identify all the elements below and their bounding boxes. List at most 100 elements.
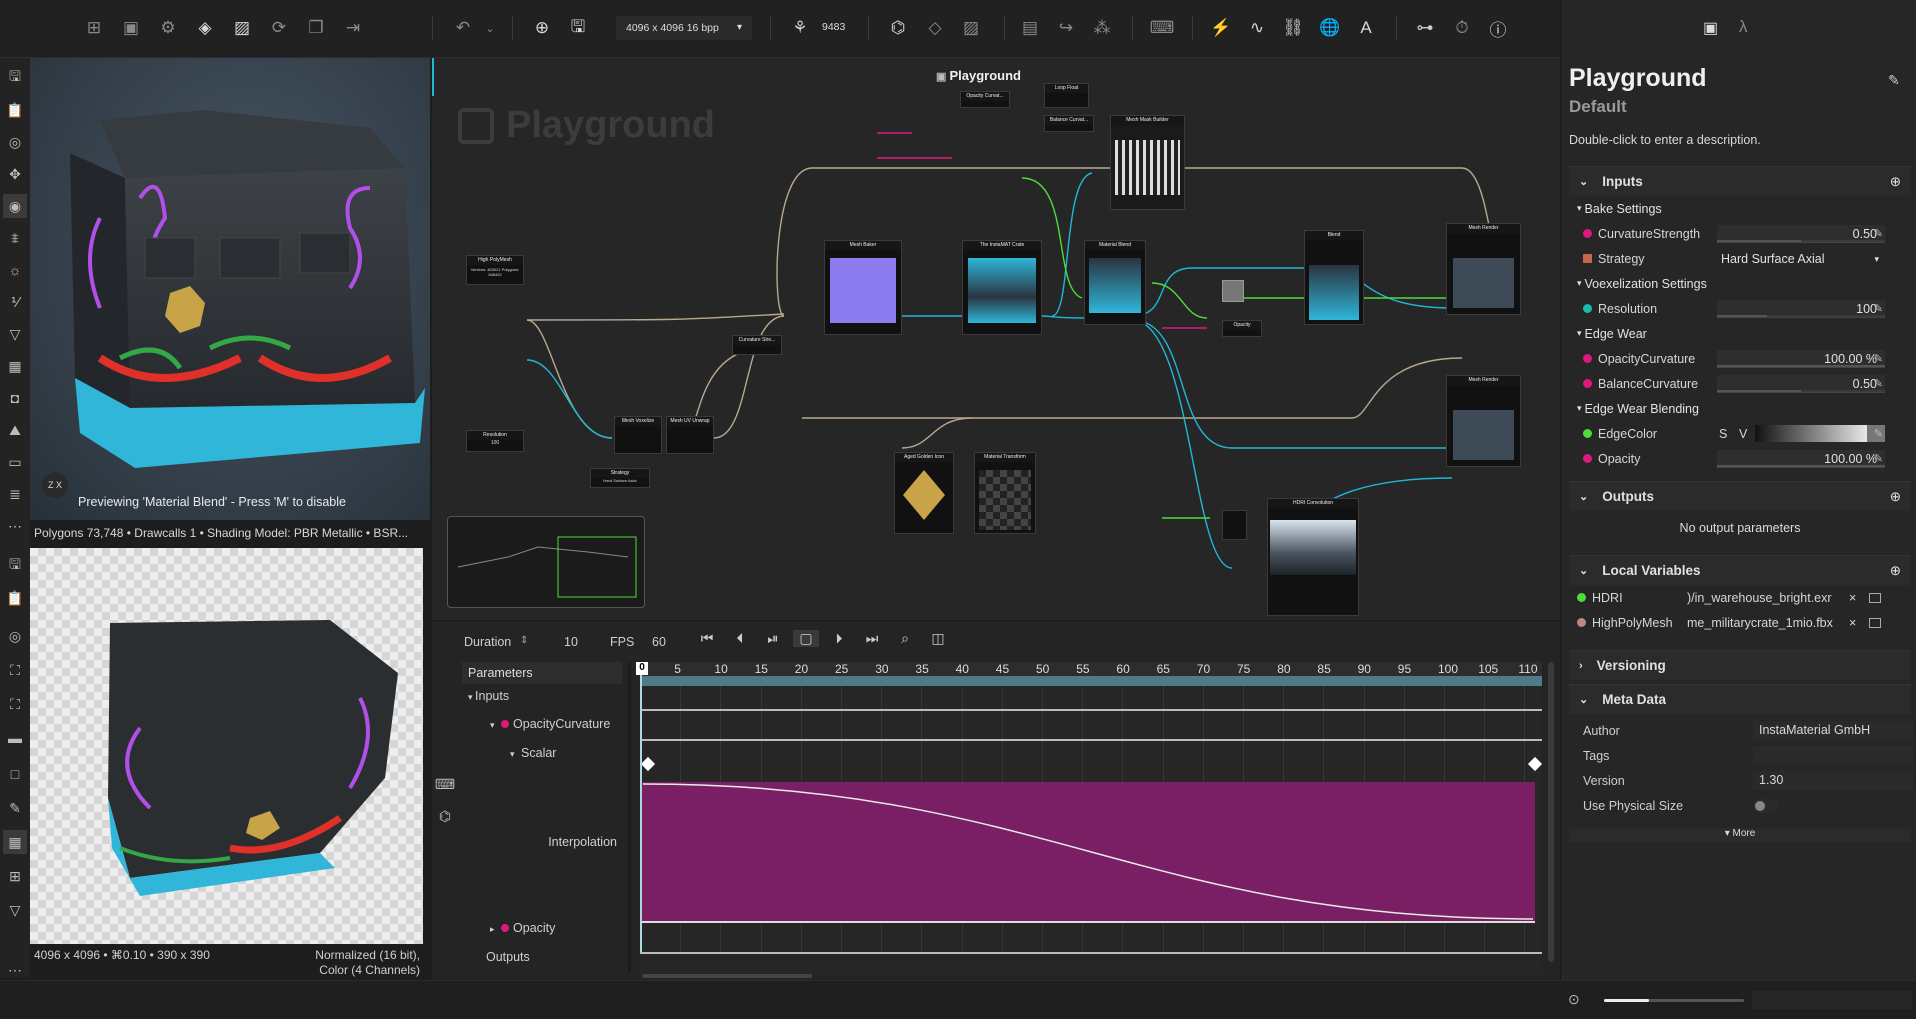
3d-viewport[interactable]: Z X Previewing 'Material Blend' - Press … (30, 58, 430, 520)
seed-value[interactable]: 9483 (822, 21, 845, 33)
stop-icon[interactable]: ▢ (793, 630, 819, 647)
target-icon[interactable]: ◎ (3, 130, 27, 154)
nodes-icon[interactable]: ⁂ (1088, 14, 1116, 42)
node-mesh-voxelize[interactable]: Mesh Voxelize (614, 416, 662, 454)
panel-tab-properties-icon[interactable]: ▣ (1703, 18, 1718, 38)
var-value[interactable]: me_militarycrate_1mio.fbx (1687, 616, 1837, 630)
metadata-header[interactable]: ⌄ Meta Data (1569, 684, 1911, 714)
frame-icon[interactable]: ⛶ (3, 692, 27, 716)
status-field[interactable] (1752, 991, 1912, 1009)
zoom-slider[interactable] (1604, 999, 1744, 1002)
duration-value[interactable]: 10 (564, 635, 578, 649)
add-icon[interactable]: ⊕ (1890, 563, 1901, 579)
physical-size-toggle[interactable] (1753, 798, 1779, 813)
edit-icon[interactable]: ✎ (1874, 227, 1883, 240)
edit-icon[interactable]: ✎ (1874, 352, 1883, 365)
param-strategy[interactable]: Strategy Hard Surface Axial ▾ (1569, 246, 1911, 271)
checker-icon[interactable]: ▦ (3, 354, 27, 378)
console-icon[interactable]: ⌨ (1148, 14, 1176, 42)
edit-icon[interactable]: ✎ (1874, 302, 1883, 315)
disk-icon[interactable]: ▤ (1016, 14, 1044, 42)
monitor-icon[interactable]: ▭ (3, 450, 27, 474)
node-opacity[interactable]: Opacity (1222, 320, 1262, 337)
tree-inputs[interactable]: ▾ Inputs (468, 689, 628, 703)
file-browse-icon[interactable] (1869, 617, 1881, 628)
timer-icon[interactable]: ⏱ (1448, 14, 1476, 42)
node-mesh-uv-unwrap[interactable]: Mesh UV Unwrap (666, 416, 714, 454)
tree-opacity[interactable]: ▸ Opacity (490, 921, 650, 935)
group-edge-wear-blending[interactable]: ▾ Edge Wear Blending (1569, 396, 1911, 421)
eye-icon[interactable]: ◉ (3, 194, 27, 218)
more-icon[interactable]: ⋯ (3, 514, 27, 538)
save-icon[interactable]: 🖫 (3, 554, 27, 578)
node-curvature-strength[interactable]: Curvature Stre... (732, 335, 782, 355)
scale-icon[interactable]: ⅟ (3, 290, 27, 314)
panel-description[interactable]: Double-click to enter a description. (1569, 133, 1761, 147)
node-high-poly-mesh[interactable]: High PolyMesh Vertices: 463021 Polygons: … (466, 255, 524, 285)
node-material-blend[interactable]: Material Blend (1084, 240, 1146, 325)
interpolation-curve[interactable] (640, 774, 1542, 924)
inputs-header[interactable]: ⌄ Inputs ⊕ (1569, 166, 1911, 196)
node-graph-editor[interactable]: ▣ Playground Playground Opacity Curvat..… (432, 58, 1560, 620)
fit-icon[interactable]: ⛶ (3, 658, 27, 682)
strategy-select[interactable]: Hard Surface Axial ▾ (1717, 250, 1885, 268)
filter-icon[interactable]: ▽ (3, 898, 27, 922)
axis-gizmo[interactable]: Z X (42, 472, 68, 498)
outputs-header[interactable]: ⌄ Outputs ⊕ (1569, 481, 1911, 511)
add-icon[interactable]: ⊕ (1890, 489, 1901, 505)
more-button[interactable]: ▾ More (1569, 828, 1911, 842)
timeline-track-area[interactable]: 5 10 15 20 25 30 35 40 45 50 55 60 65 70 75 80 85 90 95 100… (636, 662, 1543, 974)
resolution-select[interactable]: 4096 x 4096 16 bpp ▾ (616, 16, 752, 40)
node-blend[interactable]: Blend (1304, 230, 1364, 325)
tags-input[interactable] (1753, 746, 1913, 765)
edit-icon[interactable]: ✎ (1874, 377, 1883, 390)
group-edge-wear[interactable]: ▾ Edge Wear (1569, 321, 1911, 346)
save-icon[interactable]: 🖫 (564, 14, 592, 42)
param-slider[interactable]: 100.00 % (1717, 449, 1885, 468)
param-slider[interactable]: 0.50 (1717, 374, 1885, 393)
edit-title-icon[interactable]: ✎ (1888, 72, 1900, 89)
param-opacity[interactable]: Opacity 100.00 % ✎ (1569, 446, 1911, 471)
keyframe-end[interactable] (1527, 756, 1543, 772)
globe-icon[interactable]: 🌐 (1316, 14, 1344, 42)
hierarchy-icon[interactable]: ⊶ (1411, 14, 1439, 42)
node-mesh-baker[interactable]: Mesh Baker (824, 240, 902, 335)
color-swatch[interactable] (1222, 280, 1244, 302)
add-icon[interactable]: ⊕ (1890, 174, 1901, 190)
node-hdri-convolution[interactable]: HDRI Convolution (1267, 498, 1359, 616)
image-icon[interactable]: ▨ (228, 14, 256, 42)
param-resolution[interactable]: Resolution 100 ✎ (1569, 296, 1911, 321)
share-icon[interactable]: ↪ (1052, 14, 1080, 42)
refresh-icon[interactable]: ⟳ (265, 14, 293, 42)
node-mesh-render-2[interactable]: Mesh Render (1446, 375, 1521, 467)
first-frame-icon[interactable]: ⏮ (694, 630, 720, 647)
duration-spinner-icon[interactable]: ⇕ (520, 635, 528, 646)
clear-icon[interactable]: × (1849, 591, 1856, 605)
add-icon[interactable]: ⊕ (528, 14, 556, 42)
param-slider[interactable]: 0.50 (1717, 224, 1885, 243)
clear-icon[interactable]: × (1849, 616, 1856, 630)
save-icon[interactable]: 🖫 (3, 66, 27, 90)
node-hdri-input[interactable] (1222, 510, 1247, 540)
v-toggle[interactable]: V (1739, 427, 1747, 441)
edit-icon[interactable]: ✎ (1874, 427, 1883, 440)
version-input[interactable]: 1.30 (1753, 771, 1913, 790)
camera-icon[interactable]: ◘ (3, 386, 27, 410)
param-edge-color[interactable]: EdgeColor S V ✎ (1569, 421, 1911, 446)
zoom-icon[interactable]: ⌕ (892, 630, 918, 647)
graph-minimap[interactable] (447, 516, 645, 608)
var-value[interactable]: )/in_warehouse_bright.exr (1687, 591, 1837, 605)
local-var-highpolymesh[interactable]: HighPolyMesh me_militarycrate_1mio.fbx × (1569, 610, 1911, 635)
record-icon[interactable]: ◫ (925, 630, 951, 647)
param-balance-curvature[interactable]: BalanceCurvature 0.50 ✎ (1569, 371, 1911, 396)
move-icon[interactable]: ✥ (3, 162, 27, 186)
panel-tab-lambda-icon[interactable]: λ (1739, 17, 1748, 37)
clipboard-icon[interactable]: 📋 (3, 98, 27, 122)
node-mesh-render-1[interactable]: Mesh Render (1446, 223, 1521, 315)
timeline-hscrollbar[interactable] (642, 974, 812, 978)
edit-icon[interactable]: ✎ (1874, 452, 1883, 465)
lightning-icon[interactable]: ⚡ (1207, 14, 1235, 42)
group-voxelization[interactable]: ▾ Voexelization Settings (1569, 271, 1911, 296)
file-browse-icon[interactable] (1869, 592, 1881, 603)
local-variables-header[interactable]: ⌄ Local Variables ⊕ (1569, 555, 1911, 585)
